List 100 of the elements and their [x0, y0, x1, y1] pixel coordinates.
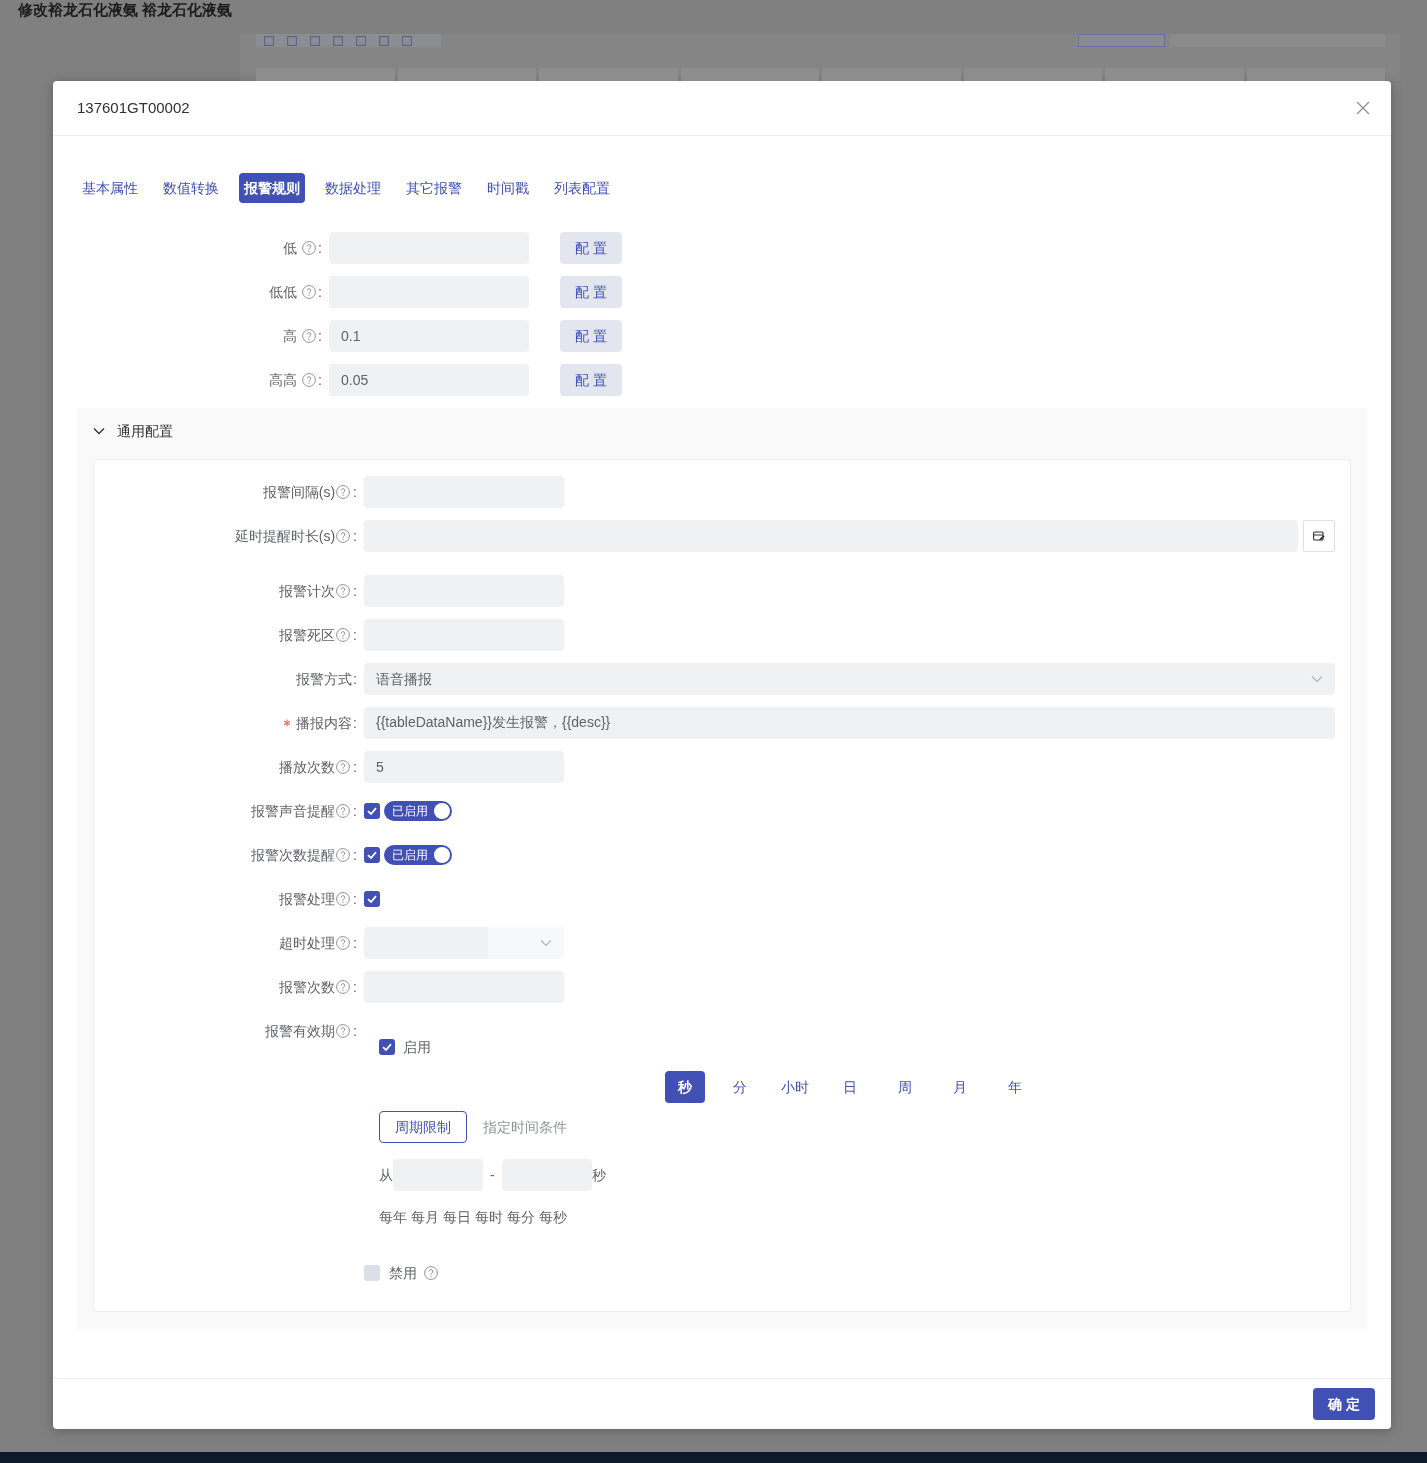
square-icon[interactable]	[264, 35, 274, 46]
square-icon[interactable]	[287, 35, 297, 46]
input-field[interactable]: 0.1	[329, 320, 529, 352]
square-icon[interactable]	[310, 35, 320, 46]
chevron-down-icon	[1311, 673, 1323, 685]
label-colon: :	[353, 625, 357, 645]
help-icon[interactable]	[302, 373, 317, 387]
field-label: 高高	[269, 370, 298, 390]
unit-tab[interactable]: 月	[939, 1071, 980, 1103]
help-icon[interactable]	[336, 529, 351, 543]
select-field[interactable]: 语音播报	[364, 663, 1335, 695]
field-label: 报警次数	[279, 977, 336, 997]
tab[interactable]: 数据处理	[320, 173, 386, 203]
checkbox[interactable]	[364, 891, 380, 907]
unit-tab[interactable]: 小时	[774, 1071, 815, 1103]
help-icon[interactable]	[336, 980, 351, 994]
field-label: 低	[283, 238, 298, 258]
unit-tab[interactable]: 周	[884, 1071, 925, 1103]
label-colon: :	[318, 326, 322, 346]
label-colon: :	[353, 845, 357, 865]
label-colon: :	[353, 482, 357, 502]
preset-link[interactable]: 每分	[507, 1205, 535, 1229]
tab[interactable]: 列表配置	[549, 173, 615, 203]
checkbox[interactable]	[379, 1039, 395, 1055]
toggle-switch[interactable]: 已启用	[384, 801, 452, 821]
help-icon[interactable]	[336, 848, 351, 862]
label-colon: :	[353, 977, 357, 997]
checkbox[interactable]	[364, 847, 380, 863]
unit-tab[interactable]: 日	[829, 1071, 870, 1103]
tab[interactable]: 时间戳	[482, 173, 534, 203]
checkbox-label: 启用	[403, 1037, 431, 1057]
select-field[interactable]	[364, 927, 564, 959]
help-icon[interactable]	[336, 804, 351, 818]
field-label: 高	[283, 326, 298, 346]
tab[interactable]: 其它报警	[401, 173, 467, 203]
chevron-down-icon[interactable]	[93, 425, 105, 437]
field-label: 报警有效期	[265, 1021, 336, 1041]
unit-label: 秒	[591, 1165, 606, 1185]
view-toggle[interactable]	[1078, 34, 1165, 47]
preset-link[interactable]: 每日	[443, 1205, 471, 1229]
square-icon[interactable]	[402, 35, 412, 46]
field-label: 低低	[269, 282, 298, 302]
toggle-switch[interactable]: 已启用	[384, 845, 452, 865]
unit-tab[interactable]: 分	[719, 1071, 760, 1103]
field-label: 超时处理	[279, 933, 336, 953]
field-label: 报警死区	[279, 625, 336, 645]
help-icon[interactable]	[336, 1024, 351, 1038]
field-label: 报警声音提醒	[251, 801, 336, 821]
help-icon[interactable]	[302, 285, 317, 299]
config-button[interactable]: 配 置	[560, 320, 622, 352]
section-title[interactable]: 通用配置	[117, 420, 173, 442]
label-colon: :	[353, 801, 357, 821]
help-icon[interactable]	[336, 892, 351, 906]
config-button[interactable]: 配 置	[560, 276, 622, 308]
confirm-button[interactable]: 确 定	[1313, 1388, 1375, 1420]
field-label: 播报内容	[296, 713, 353, 733]
input-field[interactable]: {{tableDataName}}发生报警，{{desc}}	[364, 707, 1335, 739]
page-title: 修改裕龙石化液氨 裕龙石化液氨	[16, 2, 233, 18]
help-icon[interactable]	[302, 329, 317, 343]
field-label: 播放次数	[279, 757, 336, 777]
config-button[interactable]: 配 置	[560, 232, 622, 264]
tab[interactable]: 基本属性	[77, 173, 143, 203]
tab[interactable]: 报警规则	[239, 173, 305, 203]
mode-tab[interactable]: 周期限制	[379, 1111, 467, 1143]
unit-tab[interactable]: 年	[994, 1071, 1035, 1103]
dialog-title: 137601GT00002	[77, 97, 190, 118]
square-icon[interactable]	[333, 35, 343, 46]
help-icon[interactable]	[336, 584, 351, 598]
help-icon[interactable]	[336, 628, 351, 642]
preset-link[interactable]: 每秒	[539, 1205, 567, 1229]
label-colon: :	[318, 282, 322, 302]
preset-link[interactable]: 每时	[475, 1205, 503, 1229]
field-label: 报警计次	[279, 581, 336, 601]
range-label: 从	[379, 1165, 393, 1185]
field-label: 报警方式	[296, 669, 353, 689]
help-icon[interactable]	[302, 241, 317, 255]
preset-link[interactable]: 每年	[379, 1205, 407, 1229]
help-icon[interactable]	[336, 760, 351, 774]
checkbox-label: 禁用	[389, 1263, 417, 1283]
label-colon: :	[318, 238, 322, 258]
label-colon: :	[353, 526, 357, 546]
help-icon[interactable]	[336, 485, 351, 499]
field-label: 报警间隔(s)	[262, 482, 336, 502]
checkbox[interactable]	[364, 803, 380, 819]
close-icon[interactable]	[1356, 101, 1370, 115]
edit-button[interactable]	[1303, 520, 1335, 552]
square-icon[interactable]	[356, 35, 366, 46]
unit-tab[interactable]: 秒	[664, 1071, 705, 1103]
square-icon[interactable]	[379, 35, 389, 46]
config-button[interactable]: 配 置	[560, 364, 622, 396]
preset-link[interactable]: 每月	[411, 1205, 439, 1229]
label-colon: :	[318, 370, 322, 390]
tab[interactable]: 数值转换	[158, 173, 224, 203]
help-icon[interactable]	[336, 936, 351, 950]
input-field[interactable]: 5	[364, 751, 564, 783]
label-colon: :	[353, 757, 357, 777]
label-colon: :	[353, 713, 357, 733]
input-field[interactable]: 0.05	[329, 364, 529, 396]
range-separator: -	[490, 1165, 495, 1185]
label-colon: :	[353, 1021, 357, 1041]
